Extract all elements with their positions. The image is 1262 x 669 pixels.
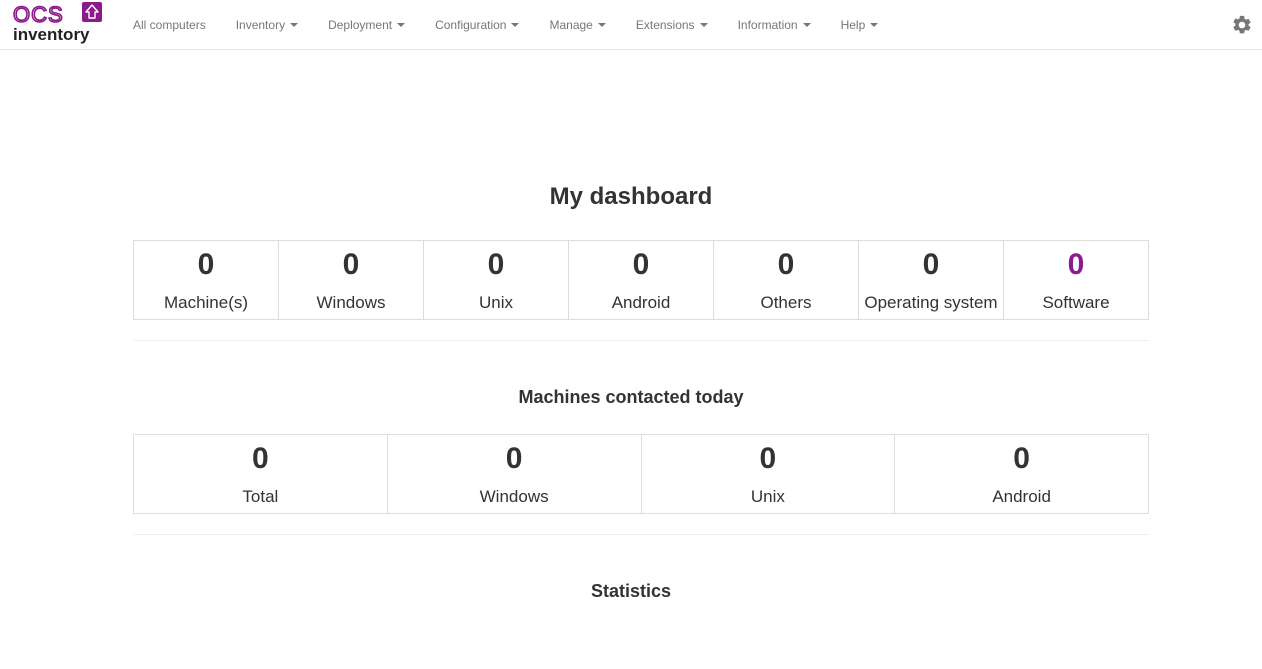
nav-all-computers[interactable]: All computers — [118, 0, 221, 49]
section-divider — [133, 340, 1149, 341]
stat-unix[interactable]: 0 Unix — [423, 241, 568, 319]
svg-text:inventory: inventory — [13, 25, 90, 44]
svg-text:OCS: OCS — [13, 2, 64, 27]
nav-inventory[interactable]: Inventory — [221, 0, 313, 49]
nav-label: Configuration — [435, 17, 507, 32]
stat-windows[interactable]: 0 Windows — [278, 241, 423, 319]
caret-down-icon — [699, 22, 708, 27]
contacted-windows[interactable]: 0 Windows — [386, 435, 641, 513]
caret-down-icon — [290, 22, 299, 27]
caret-down-icon — [597, 22, 606, 27]
stat-operating-system[interactable]: 0 Operating system — [858, 241, 1003, 319]
statistics-title: Statistics — [590, 581, 672, 601]
contacted-unix[interactable]: 0 Unix — [640, 435, 895, 513]
summary-stats-table: 0 Machine(s) 0 Windows 0 Unix 0 Android … — [133, 240, 1149, 320]
stat-value: 0 — [777, 248, 795, 281]
main-nav: All computers Inventory Deployment Confi… — [118, 0, 893, 49]
caret-down-icon — [511, 22, 520, 27]
nav-manage[interactable]: Manage — [534, 0, 620, 49]
stat-label: Android — [611, 293, 671, 312]
stat-label: Unix — [750, 487, 785, 506]
stat-value: 0 — [1067, 248, 1085, 281]
page-title: My dashboard — [549, 183, 713, 210]
stat-others[interactable]: 0 Others — [713, 241, 858, 319]
stat-value: 0 — [1013, 442, 1030, 475]
stat-software[interactable]: 0 Software — [1003, 241, 1148, 319]
contacted-today-title: Machines contacted today — [518, 387, 744, 407]
stat-label: Total — [242, 487, 279, 506]
caret-down-icon — [802, 22, 811, 27]
nav-label: Manage — [549, 17, 593, 32]
nav-label: Information — [737, 17, 798, 32]
stat-label: Android — [992, 487, 1051, 506]
caret-down-icon — [397, 22, 406, 27]
nav-label: Inventory — [235, 17, 286, 32]
stat-value: 0 — [759, 442, 777, 475]
stat-android[interactable]: 0 Android — [568, 241, 713, 319]
top-navbar: OCS inventory All computers Inventory De… — [0, 0, 1262, 50]
stat-value: 0 — [197, 248, 215, 281]
nav-help[interactable]: Help — [826, 0, 894, 49]
nav-information[interactable]: Information — [723, 0, 826, 49]
nav-label: Extensions — [635, 17, 695, 32]
stat-label: Others — [760, 293, 812, 312]
stat-label: Windows — [479, 487, 549, 506]
nav-extensions[interactable]: Extensions — [621, 0, 723, 49]
contacted-android[interactable]: 0 Android — [894, 435, 1148, 513]
stat-label: Unix — [478, 293, 513, 312]
contacted-total[interactable]: 0 Total — [134, 435, 387, 513]
ocs-inventory-logo[interactable]: OCS inventory — [13, 2, 105, 44]
stat-value: 0 — [487, 248, 505, 281]
stat-label: Software — [1042, 293, 1110, 312]
stat-value: 0 — [632, 248, 650, 281]
stat-value: 0 — [342, 248, 360, 281]
stat-value: 0 — [505, 442, 523, 475]
stat-label: Windows — [316, 293, 386, 312]
contacted-stats-table: 0 Total 0 Windows 0 Unix 0 Android — [133, 434, 1149, 514]
stat-label: Machine(s) — [163, 293, 249, 312]
stat-label: Operating system — [864, 293, 998, 312]
stat-value: 0 — [922, 248, 940, 281]
nav-label: Help — [840, 17, 866, 32]
nav-deployment[interactable]: Deployment — [313, 0, 420, 49]
section-divider — [133, 534, 1149, 535]
caret-down-icon — [870, 22, 879, 27]
stat-machines[interactable]: 0 Machine(s) — [134, 241, 278, 319]
stat-value: 0 — [252, 442, 269, 475]
nav-label: Deployment — [328, 17, 393, 32]
nav-configuration[interactable]: Configuration — [420, 0, 534, 49]
nav-label: All computers — [133, 17, 206, 32]
gear-icon[interactable] — [1231, 14, 1253, 36]
